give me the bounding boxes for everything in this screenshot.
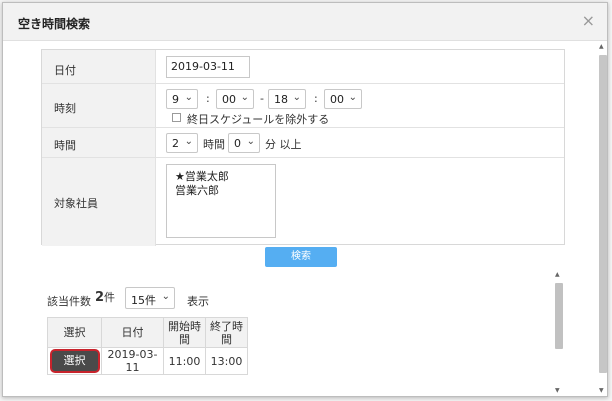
dialog-body: 日付 2019-03-11 時刻 9 ⌄ : 00 ⌄ - 18 ⌄ : 00 ⌄ 終日… xyxy=(3,41,607,396)
chevron-down-icon: ⌄ xyxy=(240,92,249,103)
duration-hours-select[interactable]: 2 ⌄ xyxy=(166,133,198,153)
chevron-down-icon: ⌄ xyxy=(292,92,301,103)
dash: - xyxy=(260,92,264,105)
row-start: 11:00 xyxy=(163,347,206,375)
time-label: 時刻 xyxy=(54,102,76,115)
dialog-header: 空き時間検索 × xyxy=(3,3,607,41)
row-date: 2019-03-11 xyxy=(101,347,164,375)
search-dialog: 空き時間検索 × 日付 2019-03-11 時刻 9 ⌄ : 00 ⌄ - 18 ⌄… xyxy=(2,2,608,397)
chevron-down-icon: ⌄ xyxy=(161,291,170,302)
scroll-up-icon[interactable]: ▲ xyxy=(599,43,604,50)
chevron-down-icon: ⌄ xyxy=(348,92,357,103)
start-hour-select[interactable]: 9 ⌄ xyxy=(166,89,198,109)
scroll-down-icon[interactable]: ▼ xyxy=(555,387,560,394)
employee-option[interactable]: 営業六郎 xyxy=(175,182,219,198)
exclude-allday-label: 終日スケジュールを除外する xyxy=(187,113,330,126)
duration-row: 時間 2 ⌄ 時間 0 ⌄ 分 以上 xyxy=(42,128,564,158)
inner-scrollbar[interactable]: ▲ ▼ xyxy=(554,271,564,396)
per-page-select[interactable]: 15件 ⌄ xyxy=(125,287,175,309)
duration-minutes-select[interactable]: 0 ⌄ xyxy=(228,133,260,153)
target-label: 対象社員 xyxy=(54,197,98,210)
date-input[interactable]: 2019-03-11 xyxy=(166,56,250,78)
chevron-down-icon: ⌄ xyxy=(184,92,193,103)
date-row: 日付 2019-03-11 xyxy=(42,50,564,84)
scroll-down-icon[interactable]: ▼ xyxy=(599,387,604,394)
header-select: 選択 xyxy=(47,317,102,348)
header-start: 開始時 間 xyxy=(163,317,206,348)
results-table: 選択 日付 開始時 間 終了時 間 選択 2019-03-11 11:00 13… xyxy=(47,317,248,375)
result-count: 2件 xyxy=(95,290,116,305)
table-row: 選択 2019-03-11 11:00 13:00 xyxy=(47,347,248,375)
count-label: 該当件数 xyxy=(47,295,91,308)
search-button[interactable]: 検索 xyxy=(265,247,337,267)
close-icon[interactable]: × xyxy=(582,11,595,30)
header-date: 日付 xyxy=(101,317,164,348)
row-end: 13:00 xyxy=(205,347,248,375)
end-min-select[interactable]: 00 ⌄ xyxy=(324,89,362,109)
chevron-down-icon: ⌄ xyxy=(246,136,255,147)
scroll-thumb[interactable] xyxy=(599,55,607,373)
header-end: 終了時 間 xyxy=(205,317,248,348)
dialog-scrollbar[interactable]: ▲ ▼ xyxy=(598,43,607,396)
duration-label: 時間 xyxy=(54,139,76,152)
date-label: 日付 xyxy=(54,64,76,77)
colon-1: : xyxy=(206,92,210,105)
hours-unit: 時間 xyxy=(203,138,225,151)
minutes-unit: 分 以上 xyxy=(265,138,302,151)
target-row: 対象社員 ★営業太郎 営業六郎 xyxy=(42,158,564,246)
search-form: 日付 2019-03-11 時刻 9 ⌄ : 00 ⌄ - 18 ⌄ : 00 ⌄ 終日… xyxy=(41,49,565,246)
time-row: 時刻 9 ⌄ : 00 ⌄ - 18 ⌄ : 00 ⌄ 終日スケジュールを除外する xyxy=(42,84,564,128)
exclude-allday-checkbox[interactable] xyxy=(172,113,181,122)
start-min-select[interactable]: 00 ⌄ xyxy=(216,89,254,109)
show-label: 表示 xyxy=(187,295,209,308)
employee-listbox[interactable]: ★営業太郎 営業六郎 xyxy=(166,164,276,238)
colon-2: : xyxy=(314,92,318,105)
scroll-thumb[interactable] xyxy=(555,283,563,349)
scroll-up-icon[interactable]: ▲ xyxy=(555,271,560,278)
dialog-title: 空き時間検索 xyxy=(18,17,91,31)
chevron-down-icon: ⌄ xyxy=(184,136,193,147)
select-button[interactable]: 選択 xyxy=(51,351,98,371)
end-hour-select[interactable]: 18 ⌄ xyxy=(268,89,306,109)
